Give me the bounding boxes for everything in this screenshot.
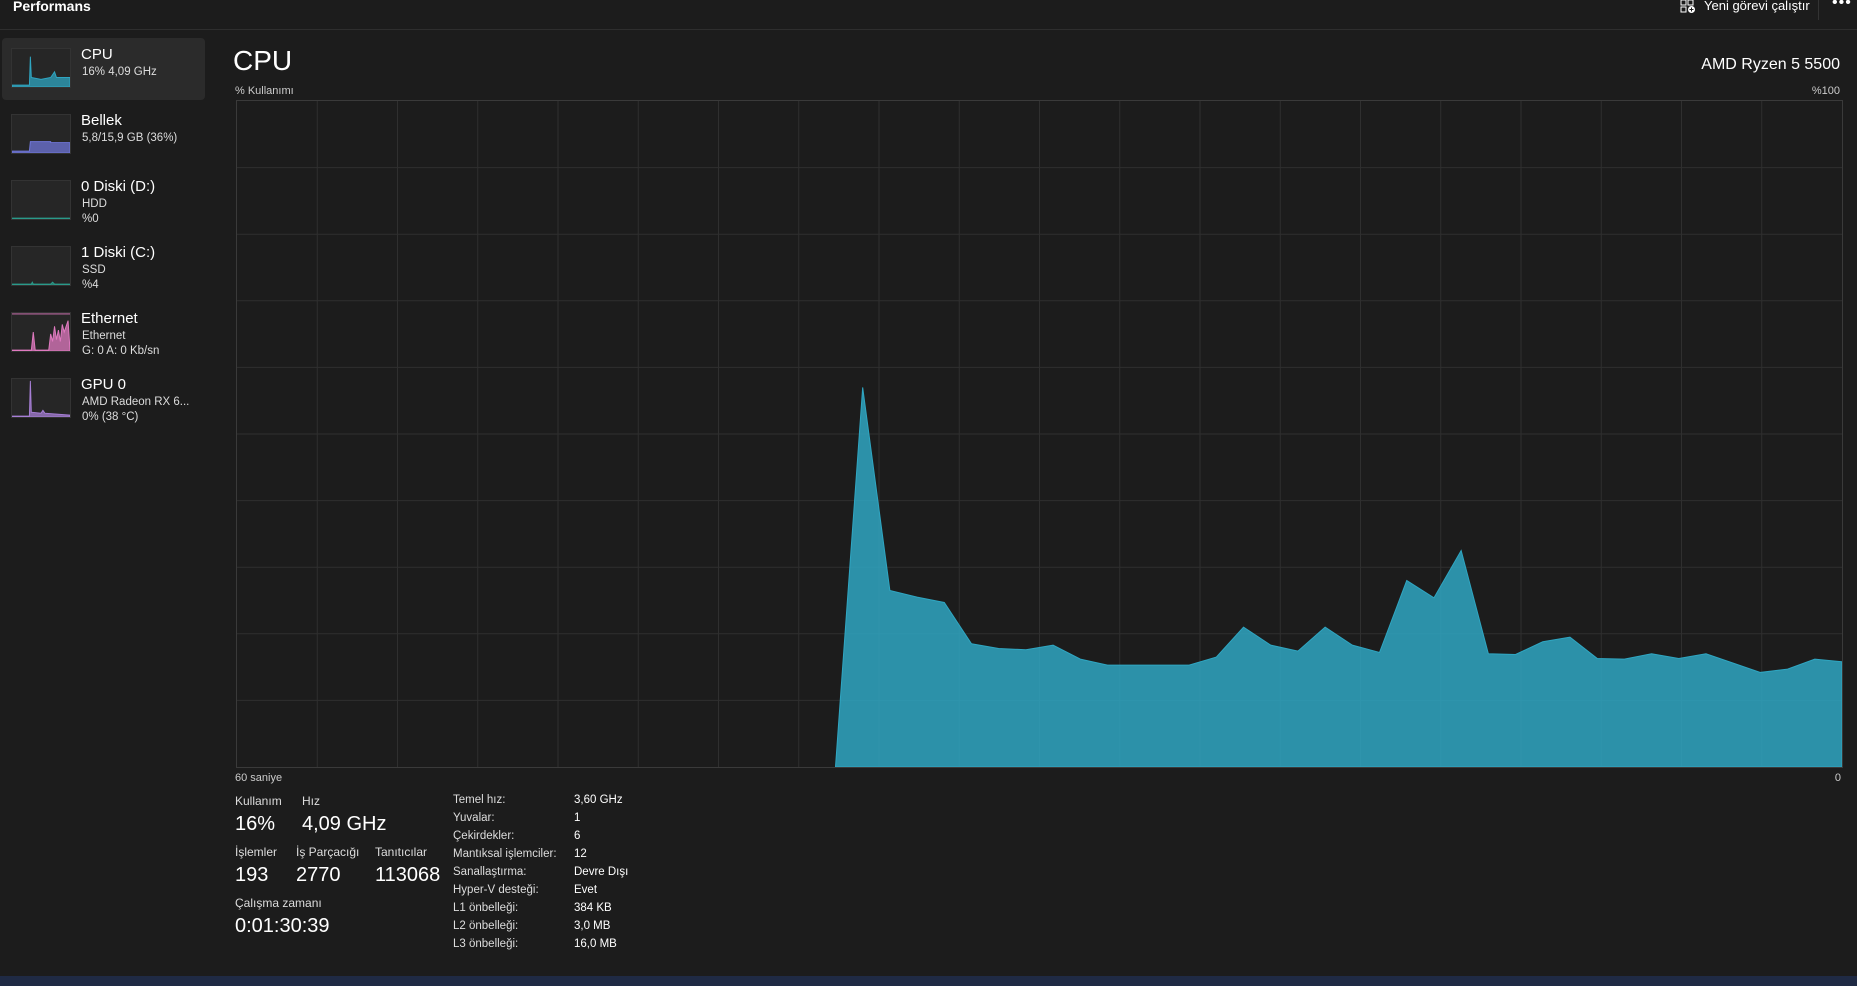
new-task-label: Yeni görevi çalıştır (1704, 0, 1810, 13)
taskbar (0, 976, 1857, 986)
processes-label: İşlemler (235, 845, 278, 859)
uptime-label: Çalışma zamanı (235, 896, 322, 910)
spec-value: 1 (574, 812, 581, 824)
sidebar-item-name: Bellek (81, 112, 122, 129)
usage-thumbnail (11, 312, 71, 352)
cpu-usage-area (834, 387, 1843, 768)
usage-label: Kullanım (235, 794, 282, 808)
speed-label: Hız (302, 794, 320, 808)
sidebar-item-detail-2: %0 (82, 213, 99, 225)
sidebar-item-detail-2: %4 (82, 279, 99, 291)
new-task-icon (1680, 0, 1695, 13)
uptime-value: 0:01:30:39 (235, 915, 330, 937)
x-axis-end-label: 0 (1834, 772, 1841, 784)
spec-label: Hyper-V desteği: (453, 884, 539, 896)
spec-value: 12 (574, 848, 587, 860)
spec-value: 16,0 MB (574, 938, 617, 950)
usage-value: 16% (235, 813, 276, 835)
spec-value: 384 KB (574, 902, 612, 914)
sidebar-item-name: Ethernet (81, 310, 138, 327)
cpu-usage-chart (236, 100, 1843, 768)
spec-value: Evet (574, 884, 598, 896)
usage-thumbnail (11, 378, 71, 418)
y-axis-label: % Kullanımı (235, 85, 294, 97)
more-options-button[interactable]: ••• (1832, 0, 1852, 12)
sidebar-item-detail-2: 0% (38 °C) (82, 411, 139, 423)
spec-label: Yuvalar: (453, 812, 495, 824)
sidebar-item-name: GPU 0 (81, 376, 127, 393)
y-axis-max-label: %100 (1811, 85, 1840, 97)
handles-label: Tanıtıcılar (375, 845, 428, 859)
usage-thumbnail (11, 48, 71, 88)
spec-label: L1 önbelleği: (453, 902, 519, 914)
sidebar-item-1-diski-c[interactable]: 1 Diski (C:) SSD %4 (2, 236, 205, 298)
divider (1818, 0, 1819, 20)
new-task-button[interactable]: Yeni görevi çalıştır (1680, 0, 1810, 13)
sidebar-item-name: CPU (81, 46, 113, 63)
sidebar-item-name: 0 Diski (D:) (81, 178, 156, 195)
sidebar-item-detail: SSD (82, 264, 106, 276)
spec-label: Temel hız: (453, 794, 506, 806)
sidebar-item-bellek[interactable]: Bellek 5,8/15,9 GB (36%) (2, 104, 205, 166)
sidebar-item-detail: AMD Radeon RX 6... (82, 396, 190, 408)
spec-value: Devre Dışı (574, 866, 629, 878)
usage-thumbnail (11, 180, 71, 220)
cpu-model: AMD Ryzen 5 5500 (1701, 56, 1840, 73)
threads-value: 2770 (296, 864, 341, 886)
spec-label: L3 önbelleği: (453, 938, 519, 950)
sidebar-item-detail: HDD (82, 198, 107, 210)
spec-label: Sanallaştırma: (453, 866, 527, 878)
sidebar-item-detail: 5,8/15,9 GB (36%) (82, 132, 178, 144)
spec-value: 3,0 MB (574, 920, 611, 932)
usage-thumbnail (11, 246, 71, 286)
sidebar-item-gpu-0[interactable]: GPU 0 AMD Radeon RX 6... 0% (38 °C) (2, 368, 205, 430)
sidebar-item-detail: Ethernet (82, 330, 126, 342)
processes-value: 193 (235, 864, 269, 886)
sidebar-item-ethernet[interactable]: Ethernet Ethernet G: 0 A: 0 Kb/sn (2, 302, 205, 364)
spec-value: 3,60 GHz (574, 794, 623, 806)
x-axis-label: 60 saniye (235, 772, 283, 784)
spec-value: 6 (574, 830, 581, 842)
divider (0, 29, 1857, 30)
threads-label: İş Parçacığı (296, 845, 360, 859)
usage-thumbnail (11, 114, 71, 154)
sidebar-item-detail-2: G: 0 A: 0 Kb/sn (82, 345, 160, 357)
section-title: CPU (233, 45, 293, 76)
spec-label: L2 önbelleği: (453, 920, 519, 932)
page-title: Performans (13, 0, 91, 14)
sidebar-item-0-diski-d[interactable]: 0 Diski (D:) HDD %0 (2, 170, 205, 232)
sidebar-item-cpu[interactable]: CPU 16% 4,09 GHz (2, 38, 205, 100)
spec-label: Çekirdekler: (453, 830, 515, 842)
handles-value: 113068 (375, 864, 441, 886)
speed-value: 4,09 GHz (302, 813, 387, 835)
sidebar-item-name: 1 Diski (C:) (81, 244, 156, 261)
sidebar-item-detail: 16% 4,09 GHz (82, 66, 157, 78)
spec-label: Mantıksal işlemciler: (453, 848, 557, 860)
